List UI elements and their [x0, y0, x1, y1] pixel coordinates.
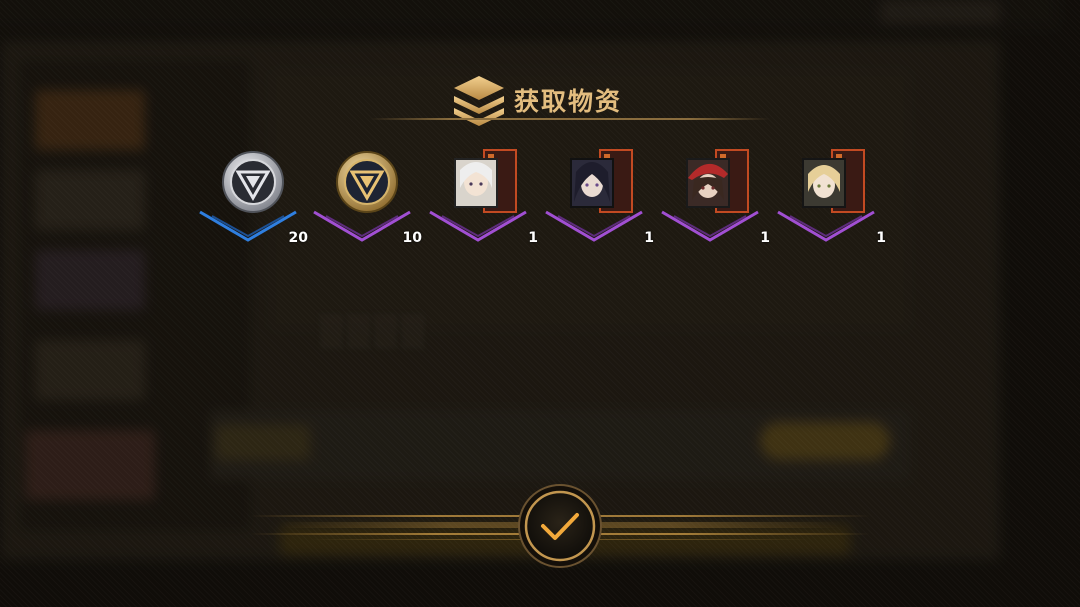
- reward-count: 1: [760, 230, 770, 246]
- rarity-chevron: [429, 210, 527, 242]
- dialog-title: 获取物资: [514, 87, 623, 116]
- reward-count: 10: [402, 230, 422, 246]
- reward-count: 20: [288, 230, 308, 246]
- rarity-chevron: [545, 210, 643, 242]
- reward-count: 1: [528, 230, 538, 246]
- gold-token-icon: [336, 151, 398, 213]
- dialog-title-bar: 获取物资: [0, 70, 1080, 130]
- reward-item[interactable]: 1: [660, 148, 770, 248]
- rarity-chevron: [661, 210, 759, 242]
- character-card-icon: [686, 149, 749, 213]
- title-divider: [370, 118, 770, 120]
- reward-count: 1: [644, 230, 654, 246]
- rarity-chevron: [199, 210, 297, 242]
- rarity-chevron: [313, 210, 411, 242]
- character-card-icon: [454, 149, 517, 213]
- reward-item[interactable]: 20: [198, 148, 308, 248]
- reward-item[interactable]: 1: [776, 148, 886, 248]
- reward-item[interactable]: 1: [428, 148, 538, 248]
- rarity-chevron: [777, 210, 875, 242]
- confirm-button[interactable]: [517, 483, 603, 569]
- reward-item[interactable]: 1: [544, 148, 654, 248]
- character-card-icon: [802, 149, 865, 213]
- reward-item[interactable]: 10: [312, 148, 422, 248]
- character-card-icon: [570, 149, 633, 213]
- silver-token-icon: [222, 151, 284, 213]
- reward-count: 1: [876, 230, 886, 246]
